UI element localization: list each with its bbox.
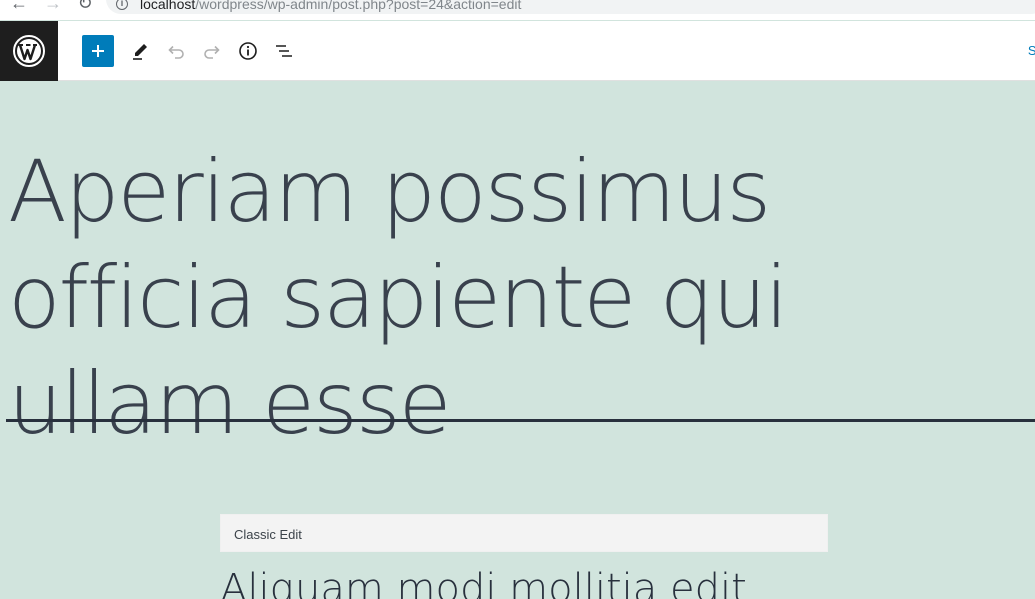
undo-icon [168,45,184,59]
wordpress-logo-icon[interactable] [0,21,58,81]
classic-block-heading[interactable]: Aliquam modi mollitia edit [220,565,747,599]
list-view-button[interactable] [268,35,300,67]
edit-mode-button[interactable] [124,35,156,67]
classic-block-toolbar[interactable]: Classic Edit [220,514,828,552]
editor-canvas: Aperiam possimus officia sapiente qui ul… [0,81,1035,599]
reload-icon[interactable]: ↻ [74,0,96,14]
address-bar[interactable]: i localhost/wordpress/wp-admin/post.php?… [106,0,1035,14]
browser-toolbar: ← → ↻ i localhost/wordpress/wp-admin/pos… [0,0,1035,20]
undo-button[interactable] [160,35,192,67]
classic-block-label: Classic Edit [234,527,302,542]
add-block-button[interactable] [82,35,114,67]
forward-arrow-icon[interactable]: → [42,0,64,14]
details-button[interactable] [232,35,264,67]
separator-block[interactable] [6,419,1035,422]
plus-icon [92,45,104,57]
editor-header: Sv [0,21,1035,81]
list-view-icon [276,45,292,57]
switch-to-draft-link[interactable]: Sv [1028,43,1035,58]
pencil-icon [133,44,147,60]
redo-button[interactable] [196,35,228,67]
url-path: /wordpress/wp-admin/post.php?post=24&act… [195,0,522,12]
redo-icon [204,45,220,59]
back-arrow-icon[interactable]: ← [8,0,30,14]
post-title[interactable]: Aperiam possimus officia sapiente qui ul… [8,139,1028,457]
info-icon [239,42,257,60]
info-icon[interactable]: i [116,0,128,10]
url-text: localhost/wordpress/wp-admin/post.php?po… [140,0,521,12]
url-host: localhost [140,0,196,12]
